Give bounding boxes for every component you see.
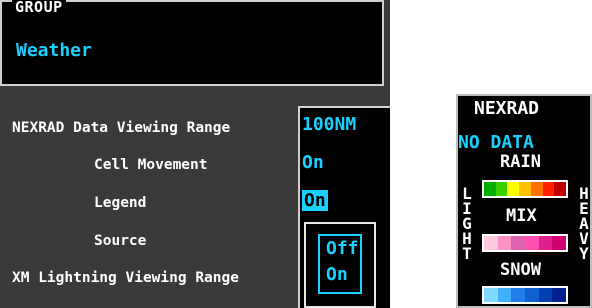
color-swatch: [552, 236, 567, 250]
color-swatch: [511, 288, 526, 302]
color-swatch: [511, 236, 526, 250]
snow-color-bar: [482, 286, 568, 304]
color-swatch: [530, 182, 543, 196]
cell-movement-value[interactable]: On: [302, 152, 324, 173]
color-swatch: [497, 288, 512, 302]
color-swatch: [554, 182, 567, 196]
on-off-popup[interactable]: Off On: [304, 222, 376, 308]
option-off[interactable]: Off: [326, 238, 359, 259]
color-swatch: [484, 236, 498, 250]
color-swatch: [495, 182, 508, 196]
color-swatch: [538, 288, 553, 302]
light-label: LIGHT: [462, 184, 472, 263]
color-swatch: [484, 288, 498, 302]
legend-title: NEXRAD: [474, 98, 540, 119]
group-label: GROUP: [12, 0, 66, 16]
settings-screen: GROUP Weather NEXRAD Data Viewing Range …: [0, 0, 390, 308]
nexrad-range-label: NEXRAD Data Viewing Range: [12, 120, 231, 136]
source-label: Source: [94, 233, 147, 249]
color-swatch: [538, 236, 553, 250]
snow-label: SNOW: [500, 260, 541, 280]
mix-label: MIX: [506, 206, 537, 226]
option-on[interactable]: On: [326, 264, 348, 285]
xm-lightning-range-label: XM Lightning Viewing Range: [12, 270, 239, 286]
color-swatch: [525, 288, 539, 302]
color-swatch: [552, 288, 567, 302]
legend-label: Legend: [94, 195, 147, 211]
heavy-label: HEAVY: [579, 184, 589, 263]
color-swatch: [519, 182, 531, 196]
color-swatch: [525, 236, 539, 250]
color-swatch: [507, 182, 520, 196]
legend-value[interactable]: On: [302, 190, 328, 211]
rain-label: RAIN: [500, 152, 541, 172]
group-field[interactable]: GROUP Weather: [0, 0, 384, 86]
popup-options: Off On: [318, 234, 362, 294]
color-swatch: [542, 182, 555, 196]
mix-color-bar: [482, 234, 568, 252]
color-swatch: [497, 236, 512, 250]
color-swatch: [484, 182, 496, 196]
cell-movement-label: Cell Movement: [94, 157, 208, 173]
nexrad-legend: NEXRAD NO DATA LIGHT HEAVY RAIN MIX SNOW: [456, 94, 592, 308]
group-value[interactable]: Weather: [16, 40, 92, 61]
rain-color-bar: [482, 180, 568, 198]
nexrad-range-value[interactable]: 100NM: [302, 114, 356, 135]
no-data-label: NO DATA: [458, 132, 534, 153]
